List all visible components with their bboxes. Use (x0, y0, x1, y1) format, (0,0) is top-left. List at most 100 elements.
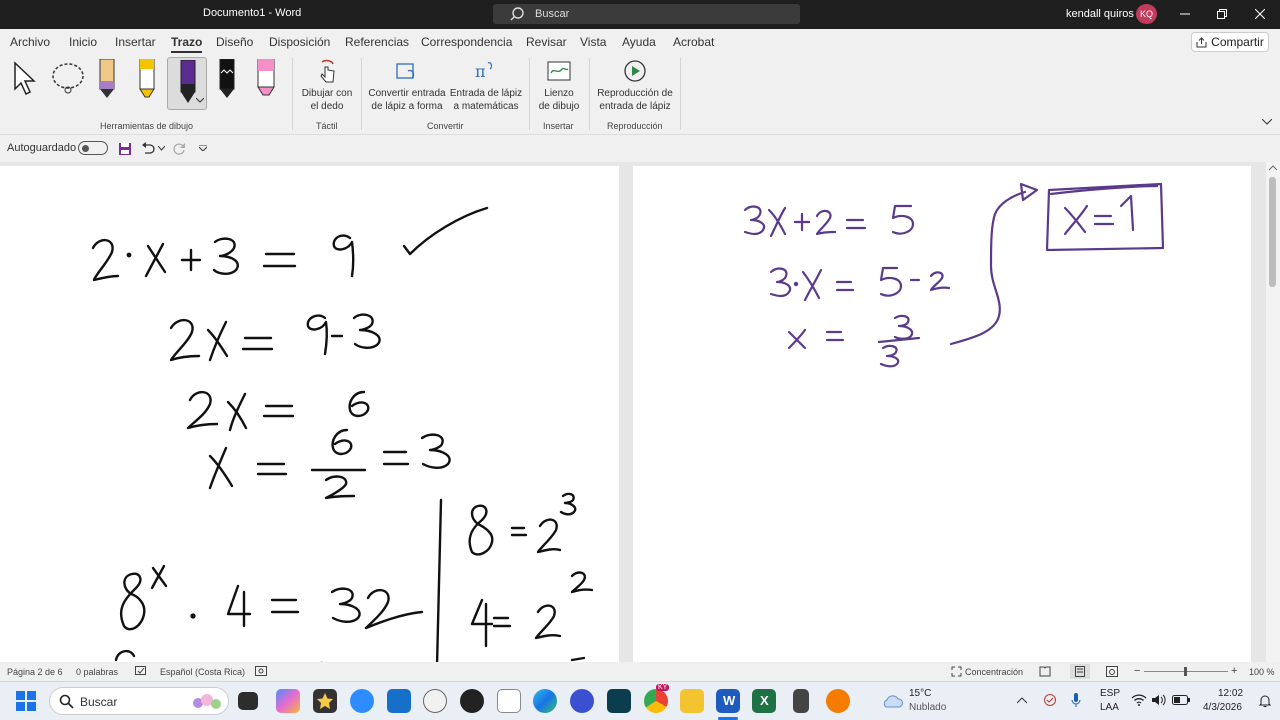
github-icon[interactable] (460, 689, 484, 713)
undo-dropdown-icon[interactable] (158, 146, 165, 151)
lasso-select-icon[interactable] (50, 61, 86, 97)
share-icon (1196, 36, 1207, 47)
title-search-box[interactable]: Buscar (493, 4, 800, 24)
settings-gear-icon[interactable] (423, 689, 447, 713)
edge-browser-icon[interactable] (533, 689, 557, 713)
ink-to-math-button[interactable]: π Entrada de lápiz a matemáticas (448, 59, 524, 113)
minimize-icon (1180, 13, 1190, 15)
scroll-up-icon[interactable] (1269, 165, 1277, 171)
focus-mode[interactable]: Concentración (965, 667, 1023, 677)
store-icon[interactable] (387, 689, 411, 713)
zoom-slider-thumb[interactable] (1184, 667, 1187, 676)
minimize-button[interactable] (1173, 4, 1197, 24)
calculator-icon[interactable] (793, 689, 809, 713)
autosave-toggle[interactable] (78, 141, 108, 155)
select-pointer-icon[interactable] (12, 61, 38, 97)
undo-icon[interactable] (141, 142, 155, 156)
ink-drawing-right[interactable] (633, 166, 1251, 662)
clock-date[interactable]: 4/3/2026 (1203, 702, 1242, 713)
favorites-star-icon[interactable] (313, 689, 337, 713)
ink-replay-button[interactable]: Reproducción de entrada de lápiz (594, 59, 676, 113)
tab-diseno[interactable]: Diseño (216, 35, 253, 49)
clock-time[interactable]: 12:02 (1218, 688, 1243, 699)
chevron-up-icon[interactable] (1017, 697, 1027, 704)
tab-insertar[interactable]: Insertar (115, 35, 156, 49)
battery-icon[interactable] (1172, 695, 1190, 705)
tab-inicio[interactable]: Inicio (69, 35, 97, 49)
security-icon[interactable] (1043, 693, 1057, 707)
close-icon (1255, 9, 1265, 19)
print-layout-button[interactable] (1070, 664, 1090, 679)
language-indicator[interactable]: Español (Costa Rica) (160, 667, 245, 677)
page-left[interactable] (0, 166, 619, 662)
volume-icon[interactable] (1151, 694, 1167, 706)
drawing-canvas-label-2: de dibujo (538, 101, 580, 112)
vertical-scrollbar[interactable] (1266, 162, 1280, 662)
chrome-icon[interactable]: KY (644, 684, 670, 713)
task-view-icon[interactable] (238, 692, 258, 710)
notepad-icon[interactable] (497, 689, 521, 713)
page-right[interactable] (633, 166, 1251, 662)
pencil-pen-icon[interactable] (97, 59, 117, 99)
input-language[interactable]: ESP (1100, 688, 1120, 699)
tab-vista[interactable]: Vista (580, 35, 606, 49)
wifi-icon[interactable] (1131, 694, 1147, 706)
app-orange-icon[interactable] (826, 689, 850, 713)
weather-temp[interactable]: 15°C (909, 688, 931, 699)
excel-app-icon[interactable]: X (752, 689, 776, 713)
save-icon[interactable] (118, 142, 132, 156)
search-icon (59, 694, 74, 709)
notifications-icon[interactable] (1258, 694, 1272, 708)
tab-correspondencia[interactable]: Correspondencia (421, 35, 512, 49)
weather-cloud-icon[interactable] (880, 691, 904, 711)
customize-qat-icon[interactable] (199, 145, 207, 151)
drawing-canvas-button[interactable]: Lienzo de dibujo (534, 59, 584, 113)
word-count[interactable]: 0 palabras (76, 667, 118, 677)
proofing-icon[interactable] (135, 666, 147, 677)
file-explorer-icon[interactable] (680, 689, 704, 713)
draw-with-finger-button[interactable]: Dibujar con el dedo (298, 59, 356, 113)
share-button[interactable]: Compartir (1191, 32, 1269, 52)
input-layout[interactable]: LAA (1100, 702, 1119, 713)
avatar[interactable]: KQ (1136, 4, 1157, 24)
tab-trazo[interactable]: Trazo (171, 35, 203, 53)
focus-icon[interactable] (951, 666, 962, 677)
redo-icon[interactable] (172, 142, 186, 156)
tab-archivo[interactable]: Archivo (10, 35, 50, 49)
scrollbar-thumb[interactable] (1269, 177, 1276, 287)
restore-button[interactable] (1210, 4, 1234, 24)
user-name[interactable]: kendall quiros (1066, 8, 1134, 20)
tab-ayuda[interactable]: Ayuda (622, 35, 656, 49)
accessibility-icon[interactable] (255, 666, 267, 677)
purple-pen-selected[interactable] (167, 57, 207, 110)
zoom-app-icon[interactable] (350, 689, 374, 713)
microphone-icon[interactable] (1071, 692, 1081, 708)
yellow-highlighter-icon[interactable] (137, 59, 157, 99)
ink-replay-label-2: entrada de lápiz (599, 101, 671, 112)
close-button[interactable] (1248, 4, 1272, 24)
tab-referencias[interactable]: Referencias (345, 35, 409, 49)
tab-disposicion[interactable]: Disposición (269, 35, 330, 49)
windows-start-icon[interactable] (16, 691, 36, 711)
zoom-level[interactable]: 100 % (1249, 667, 1275, 677)
ink-to-shape-button[interactable]: Convertir entrada de lápiz a forma (366, 59, 448, 113)
read-mode-icon[interactable] (1039, 666, 1051, 677)
terminal-app-icon[interactable] (607, 689, 631, 713)
tab-revisar[interactable]: Revisar (526, 35, 567, 49)
zoom-out-button[interactable]: − (1134, 665, 1140, 677)
weather-desc[interactable]: Nublado (909, 702, 946, 713)
pink-highlighter-icon[interactable] (255, 59, 277, 99)
page-indicator[interactable]: Página 2 de 6 (7, 667, 63, 677)
tab-acrobat[interactable]: Acrobat (673, 35, 714, 49)
chevron-down-icon[interactable] (196, 98, 204, 104)
collapse-ribbon-icon[interactable] (1262, 119, 1272, 126)
taskbar-search[interactable]: Buscar (49, 687, 229, 715)
word-app-icon[interactable]: W (716, 689, 740, 713)
title-bar: Documento1 - Word Buscar kendall quiros … (0, 0, 1280, 29)
ink-drawing-left[interactable] (0, 166, 619, 662)
web-layout-icon[interactable] (1106, 666, 1118, 677)
zoom-in-button[interactable]: + (1231, 665, 1237, 677)
copilot-icon[interactable] (276, 689, 300, 713)
feedback-hub-icon[interactable] (570, 689, 594, 713)
black-pen-icon[interactable] (217, 59, 237, 99)
